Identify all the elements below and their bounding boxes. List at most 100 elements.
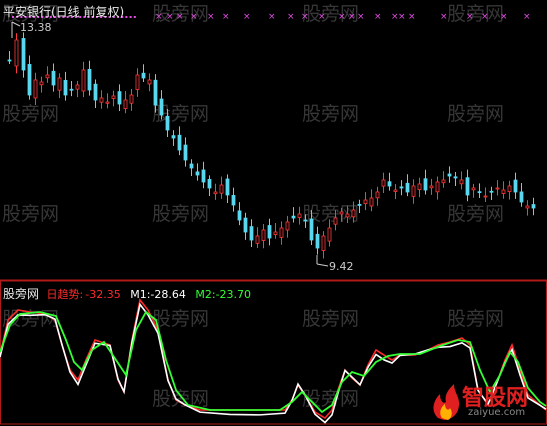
candle-body — [219, 184, 224, 194]
candle-body — [405, 182, 410, 193]
candle-body — [447, 173, 452, 177]
candle-body — [63, 79, 68, 96]
candle-body — [303, 219, 308, 222]
candle-body — [339, 211, 344, 215]
candle-body — [141, 72, 146, 79]
candle-body — [261, 229, 266, 241]
signal-marker: × — [523, 12, 531, 22]
candle-body — [513, 179, 518, 193]
signal-marker: × — [222, 12, 230, 22]
watermark-text: 股旁网 — [447, 103, 504, 125]
watermark-text: 股旁网 — [302, 103, 359, 125]
candle-body — [165, 115, 170, 131]
candle-body — [93, 83, 98, 101]
candle-body — [69, 88, 74, 91]
candle-body — [363, 199, 368, 205]
candle-body — [171, 135, 176, 139]
candle-body — [519, 191, 524, 203]
candle-body — [345, 213, 350, 218]
watermark-text: 股旁网 — [152, 308, 209, 330]
candle-body — [45, 74, 50, 79]
candle-body — [51, 70, 56, 86]
site-logo: 智股网 zaiyue.com — [428, 380, 544, 422]
signal-marker: × — [440, 12, 448, 22]
candle-body — [135, 74, 140, 90]
candle-body — [75, 84, 80, 90]
candle-body — [483, 195, 488, 198]
trend-label: 日趋势: — [46, 288, 84, 301]
watermark-text: 股旁网 — [447, 308, 504, 330]
candle-body — [243, 217, 248, 233]
candle-body — [249, 226, 254, 241]
candle-body — [375, 191, 380, 199]
candle-body — [369, 197, 374, 207]
watermark-text: 股旁网 — [302, 308, 359, 330]
candle-body — [411, 185, 416, 197]
candle-body — [459, 179, 464, 185]
candle-body — [291, 215, 296, 219]
signal-marker: × — [338, 12, 346, 22]
signal-marker: × — [287, 12, 295, 22]
candle-body — [501, 189, 506, 194]
candle-body — [153, 79, 158, 106]
candle-body — [27, 64, 32, 96]
m1-label: M1: — [130, 288, 151, 301]
candle-body — [285, 221, 290, 231]
signal-marker: × — [301, 12, 309, 22]
candle-body — [477, 191, 482, 194]
candle-body — [189, 163, 194, 169]
watermark-text: 股旁网 — [152, 388, 209, 410]
m2-value: -23.70 — [215, 288, 252, 301]
candle-body — [435, 181, 440, 193]
logo-url: zaiyue.com — [468, 407, 526, 418]
signal-marker: × — [408, 12, 416, 22]
candle-body — [117, 91, 122, 105]
candle-body — [429, 185, 434, 189]
signal-dot — [133, 16, 136, 18]
candle-body — [231, 195, 236, 206]
signal-marker: × — [176, 12, 184, 22]
watermark-text: 股旁网 — [152, 203, 209, 225]
signal-marker: × — [348, 12, 356, 22]
candle-body — [183, 144, 188, 161]
candle-body — [315, 233, 320, 249]
candle-body — [327, 227, 332, 242]
candle-body — [453, 176, 458, 179]
candle-body — [213, 191, 218, 195]
chart-canvas: 股旁网 股旁网 股旁网 股旁网股旁网 股旁网 股旁网 股旁网股旁网 股旁网 股旁网 股旁网股旁网股… — [0, 3, 547, 425]
candle-body — [393, 189, 398, 192]
candle-body — [225, 178, 230, 196]
signal-marker: × — [357, 12, 365, 22]
indicator-name: 股旁网 — [3, 287, 40, 301]
signal-marker: × — [398, 12, 406, 22]
candle-body — [297, 213, 302, 218]
indicator-legend: 股旁网 日趋势: -32.35 M1:-28.64 M2:-23.70 — [3, 285, 251, 302]
signal-marker: × — [481, 12, 489, 22]
signal-marker: × — [466, 12, 474, 22]
candle-body — [267, 225, 272, 239]
signal-marker: × — [500, 12, 508, 22]
candle-body — [423, 178, 428, 191]
signal-marker: × — [190, 12, 198, 22]
candle-body — [105, 101, 110, 104]
candle-body — [441, 179, 446, 184]
watermark-text: 股旁网 — [2, 103, 59, 125]
m2-label: M2: — [195, 288, 216, 301]
candle-body — [201, 169, 206, 183]
candle-body — [471, 187, 476, 191]
m1-value: -28.64 — [150, 288, 186, 301]
candle-body — [237, 210, 242, 221]
candle-body — [381, 179, 386, 187]
low-annotation: 9.42 — [316, 255, 354, 273]
signal-dot — [129, 16, 132, 18]
candle-body — [129, 94, 134, 104]
candle-body — [357, 203, 362, 206]
candle-body — [465, 177, 470, 196]
candle-body — [123, 99, 128, 110]
candle-body — [147, 79, 152, 85]
candle-body — [333, 217, 338, 225]
candle-body — [81, 69, 86, 92]
candle-body — [111, 95, 116, 99]
signal-dot — [125, 16, 128, 18]
candle-body — [14, 39, 19, 67]
